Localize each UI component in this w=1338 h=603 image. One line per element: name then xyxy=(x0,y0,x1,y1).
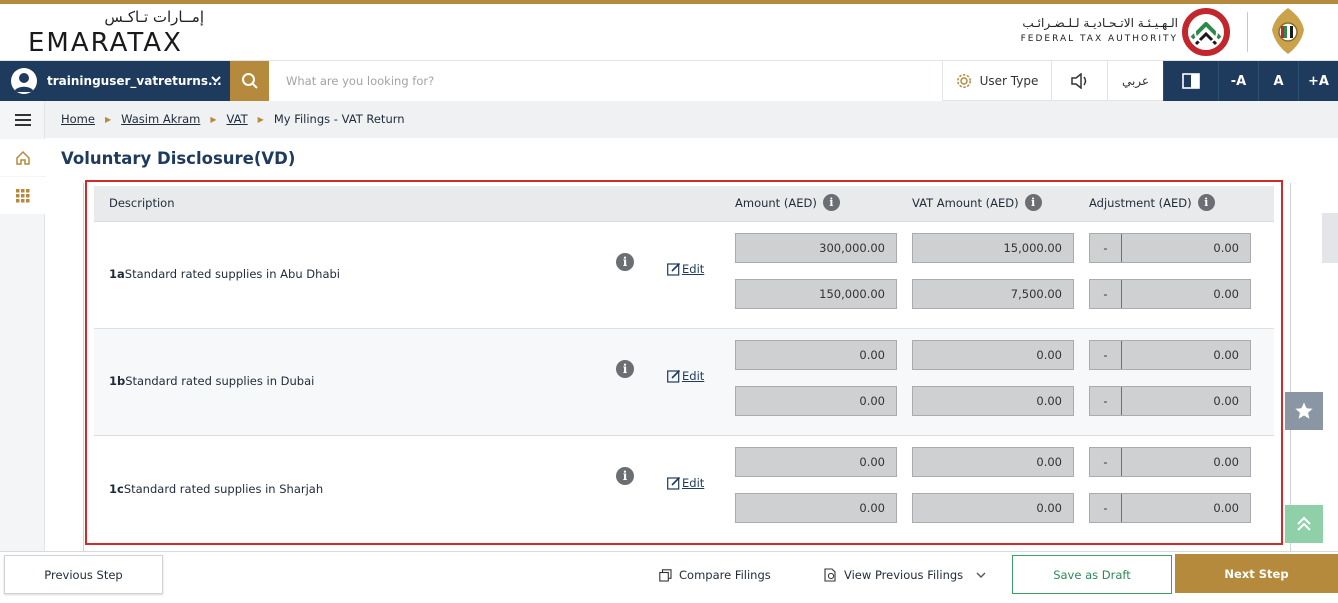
left-rail xyxy=(0,101,45,551)
view-previous-filings-dropdown[interactable]: View Previous Filings xyxy=(823,568,987,582)
hamburger-icon xyxy=(14,113,31,126)
gear-icon xyxy=(956,74,971,88)
scroll-to-top-button[interactable] xyxy=(1285,505,1323,543)
fta-logo-icon xyxy=(1182,8,1230,56)
menu-toggle[interactable] xyxy=(0,101,45,138)
favorite-button[interactable] xyxy=(1285,392,1323,430)
breadcrumb-current: My Filings - VAT Return xyxy=(273,112,405,126)
speaker-icon xyxy=(1070,73,1086,89)
font-decrease-button[interactable]: -A xyxy=(1218,61,1258,101)
user-type-label: User Type xyxy=(979,74,1039,88)
header-divider xyxy=(1247,12,1248,52)
top-navbar: traininguser_vatreturns... User Type عرب… xyxy=(0,61,1338,101)
user-name: traininguser_vatreturns... xyxy=(47,74,222,88)
highlight-frame xyxy=(85,180,1283,545)
chevron-down-icon xyxy=(976,572,986,578)
rail-apps[interactable] xyxy=(0,177,45,214)
compare-filings-link[interactable]: Compare Filings xyxy=(659,568,771,582)
breadcrumb: Home ▶ Wasim Akram ▶ VAT ▶ My Filings - … xyxy=(61,112,405,126)
view-previous-filings-label: View Previous Filings xyxy=(844,568,964,582)
search-input[interactable] xyxy=(269,61,942,101)
site-header: إمــارات تـاكـس EMARATAX الـهـيـئـة الات… xyxy=(0,4,1338,61)
avatar-icon xyxy=(11,68,37,94)
emaratax-logo[interactable]: إمــارات تـاكـس EMARATAX xyxy=(28,6,218,58)
user-type-button[interactable]: User Type xyxy=(942,61,1051,101)
double-chevron-up-icon xyxy=(1297,516,1311,531)
font-normal-button[interactable]: A xyxy=(1258,61,1298,101)
save-as-draft-button[interactable]: Save as Draft xyxy=(1012,555,1172,594)
uae-emblem-icon xyxy=(1272,8,1304,54)
document-history-icon xyxy=(824,568,836,582)
contrast-icon xyxy=(1182,73,1200,89)
fta-arabic-name: الـهـيـئـة الاتـحـاديـة لـلـضـرائـب xyxy=(1022,16,1178,30)
breadcrumb-arrow-icon: ▶ xyxy=(210,114,217,124)
breadcrumb-user[interactable]: Wasim Akram xyxy=(121,112,200,126)
contrast-toggle[interactable] xyxy=(1163,61,1218,101)
grid-icon xyxy=(15,188,29,202)
font-increase-button[interactable]: +A xyxy=(1298,61,1338,101)
page-title: Voluntary Disclosure(VD) xyxy=(61,149,296,168)
breadcrumb-home[interactable]: Home xyxy=(61,112,95,126)
next-step-button[interactable]: Next Step xyxy=(1175,554,1338,593)
chevron-down-icon xyxy=(211,76,221,83)
breadcrumb-vat[interactable]: VAT xyxy=(227,112,248,126)
footer-bar: Previous Step Compare Filings View Previ… xyxy=(0,551,1338,603)
user-menu[interactable]: traininguser_vatreturns... xyxy=(0,61,230,101)
font-increase-label: +A xyxy=(1308,73,1329,89)
fta-english-name: FEDERAL TAX AUTHORITY xyxy=(1020,34,1178,44)
previous-step-button[interactable]: Previous Step xyxy=(4,555,163,594)
logo-arabic-text: إمــارات تـاكـس xyxy=(104,8,204,26)
search-icon xyxy=(241,73,258,89)
search-button[interactable] xyxy=(230,61,269,101)
logo-english-text: EMARATAX xyxy=(28,28,183,58)
breadcrumb-arrow-icon: ▶ xyxy=(257,114,264,124)
arabic-label: عربي xyxy=(1121,74,1150,88)
fta-branding: الـهـيـئـة الاتـحـاديـة لـلـضـرائـب FEDE… xyxy=(1018,6,1318,58)
text-to-speech-button[interactable] xyxy=(1051,61,1107,101)
font-normal-label: A xyxy=(1273,73,1284,89)
home-icon xyxy=(15,150,30,165)
rail-home[interactable] xyxy=(0,139,45,176)
font-decrease-label: -A xyxy=(1230,73,1247,89)
breadcrumb-arrow-icon: ▶ xyxy=(104,114,112,124)
breadcrumb-bar: Home ▶ Wasim Akram ▶ VAT ▶ My Filings - … xyxy=(45,101,1338,138)
copy-icon xyxy=(659,568,672,582)
language-toggle[interactable]: عربي xyxy=(1107,61,1163,101)
star-icon xyxy=(1295,402,1313,419)
compare-filings-label: Compare Filings xyxy=(679,568,771,582)
scrollbar[interactable] xyxy=(1322,213,1338,263)
